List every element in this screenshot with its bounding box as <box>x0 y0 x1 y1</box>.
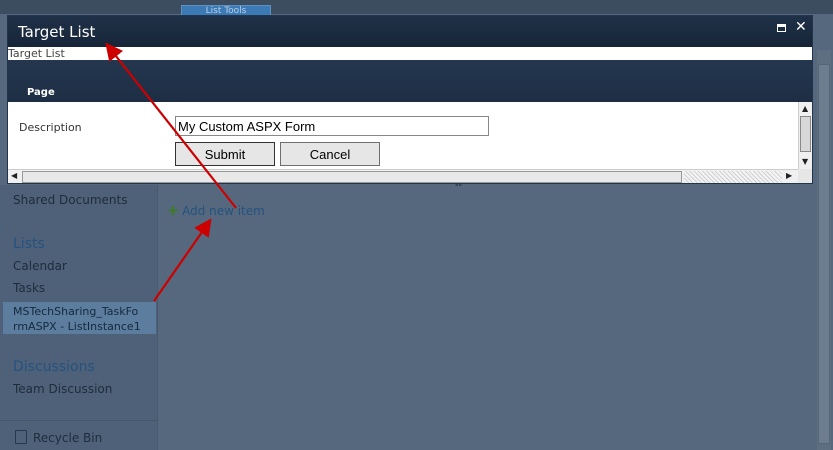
nav-calendar[interactable]: Calendar <box>13 259 67 273</box>
scroll-corner <box>798 169 812 183</box>
tab-page[interactable]: Page <box>27 87 55 98</box>
nav-header-discussions[interactable]: Discussions <box>13 359 95 375</box>
hscroll-track <box>684 171 782 183</box>
recycle-bin-label: Recycle Bin <box>33 431 103 445</box>
scroll-left-icon[interactable]: ◀ <box>11 172 17 180</box>
maximize-icon[interactable] <box>777 24 786 32</box>
add-new-item-label: Add new item <box>182 204 265 218</box>
nav-shared-documents[interactable]: Shared Documents <box>13 193 127 207</box>
scroll-up-icon[interactable]: ▲ <box>802 105 808 113</box>
nav-divider <box>0 420 157 421</box>
nav-team-discussion[interactable]: Team Discussion <box>13 382 112 396</box>
nav-selected-list-instance[interactable]: MSTechSharing_TaskFo rmASPX - ListInstan… <box>3 302 156 334</box>
dialog-vertical-scrollbar[interactable]: ▲ ▼ <box>798 102 812 169</box>
scroll-right-icon[interactable]: ▶ <box>786 172 792 180</box>
dialog-form: Description Submit Cancel <box>8 102 798 169</box>
page-scroll-thumb[interactable] <box>818 64 830 444</box>
description-input[interactable] <box>175 116 489 136</box>
nav-tasks[interactable]: Tasks <box>13 281 45 295</box>
breadcrumb[interactable]: Target List <box>8 47 65 60</box>
page-vertical-scrollbar[interactable] <box>817 50 831 450</box>
scroll-down-icon[interactable]: ▼ <box>802 158 808 166</box>
plus-icon: ✚ <box>168 204 179 218</box>
dialog-horizontal-scrollbar[interactable]: ◀ ▶ <box>8 169 798 183</box>
add-new-item-link[interactable]: ✚ Add new item <box>168 204 265 218</box>
dialog-ribbon: Page <box>8 60 812 102</box>
dialog-title: Target List <box>18 23 96 41</box>
dialog-vscroll-thumb[interactable] <box>800 116 811 152</box>
dialog-titlebar[interactable]: Target List ✕ <box>8 16 812 47</box>
nav-header-lists[interactable]: Lists <box>13 236 45 252</box>
cancel-button[interactable]: Cancel <box>280 142 380 166</box>
dialog-hscroll-thumb[interactable] <box>22 171 682 183</box>
target-list-dialog: Target List ✕ Target List Page Descripti… <box>7 15 813 184</box>
breadcrumb-bar: Target List <box>8 47 812 60</box>
recycle-bin-icon <box>15 430 27 444</box>
description-label: Description <box>19 121 82 134</box>
close-icon[interactable]: ✕ <box>795 19 807 35</box>
background-top-bar <box>0 0 833 14</box>
submit-button[interactable]: Submit <box>175 142 275 166</box>
nav-selected-label: MSTechSharing_TaskFo rmASPX - ListInstan… <box>13 305 141 333</box>
recycle-bin-link[interactable]: Recycle Bin <box>15 430 102 445</box>
